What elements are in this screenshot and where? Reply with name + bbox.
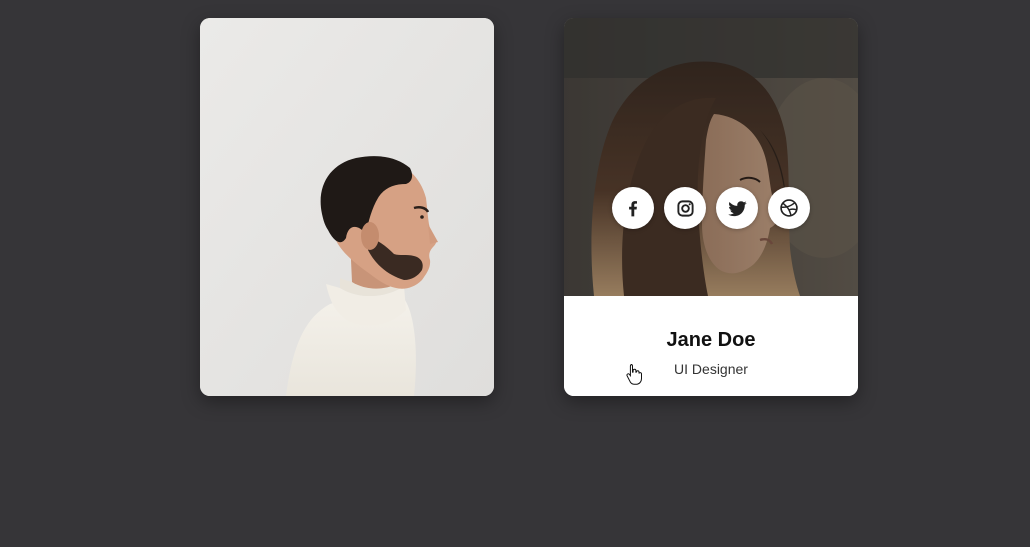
profile-info: Jane Doe UI Designer: [564, 296, 858, 396]
man-profile-photo: [200, 18, 494, 396]
instagram-icon: [676, 199, 694, 217]
profile-name: Jane Doe: [666, 329, 756, 351]
social-links: [612, 187, 810, 229]
photo-dark-overlay: [564, 18, 858, 296]
profile-role: UI Designer: [674, 361, 748, 377]
facebook-icon: [629, 201, 637, 217]
twitter-button[interactable]: [716, 187, 758, 229]
hand-cursor-icon: [626, 364, 642, 385]
facebook-button[interactable]: [612, 187, 654, 229]
woman-profile-photo: [564, 18, 858, 296]
instagram-button[interactable]: [664, 187, 706, 229]
twitter-icon: [727, 200, 747, 216]
profile-card-2[interactable]: Jane Doe UI Designer: [564, 18, 858, 396]
dribbble-button[interactable]: [768, 187, 810, 229]
dribbble-icon: [780, 199, 798, 217]
profile-card-1[interactable]: [200, 18, 494, 396]
